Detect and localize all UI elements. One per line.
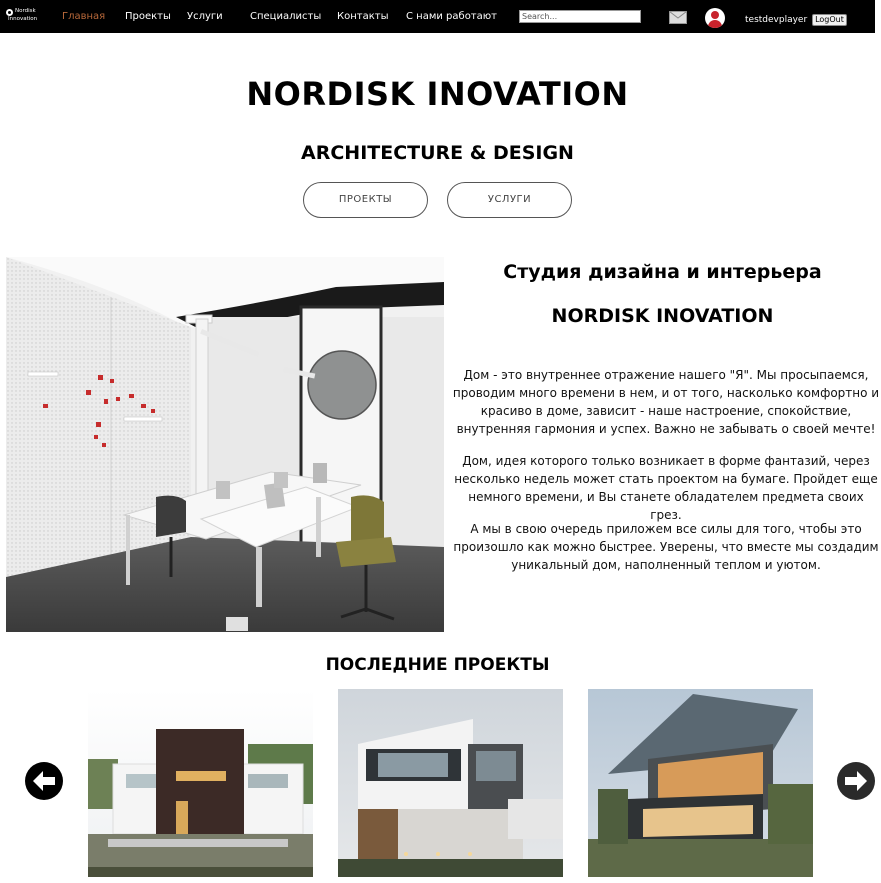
nav-link-partners[interactable]: С нами работают	[406, 10, 497, 23]
logo-mark-icon	[6, 9, 13, 16]
nav-link-projects[interactable]: Проекты	[125, 10, 171, 23]
hero-title: NORDISK INOVATION	[246, 75, 629, 113]
avatar-head	[711, 11, 719, 19]
arrow-left-icon[interactable]	[25, 762, 63, 800]
username-label[interactable]: testdevplayer	[745, 14, 807, 26]
nav-link-contacts[interactable]: Контакты	[337, 10, 388, 23]
services-button[interactable]: УСЛУГИ	[447, 182, 572, 218]
project-card-3-image[interactable]	[588, 689, 813, 877]
logout-button[interactable]: LogOut	[812, 14, 847, 26]
nordisk-logo[interactable]: Nordisk Innovation	[6, 8, 46, 26]
logo-text-line2: Innovation	[8, 16, 38, 22]
nav-link-specialists[interactable]: Специалисты	[250, 10, 321, 23]
nav-link-home[interactable]: Главная	[62, 10, 105, 23]
studio-title: Студия дизайна и интерьера	[503, 261, 822, 283]
studio-name: NORDISK INOVATION	[551, 305, 774, 327]
project-card-1-image[interactable]	[88, 689, 313, 877]
projects-button[interactable]: ПРОЕКТЫ	[303, 182, 428, 218]
latest-projects-title: ПОСЛЕДНИЕ ПРОЕКТЫ	[325, 655, 550, 675]
user-avatar-icon[interactable]	[705, 8, 725, 28]
studio-paragraph-3: А мы в свою очередь приложем все силы дл…	[453, 522, 879, 572]
avatar-body	[708, 20, 722, 28]
office-interior-image	[6, 257, 444, 632]
studio-paragraph-1: Дом - это внутреннее отражение нашего "Я…	[452, 368, 880, 436]
top-navbar: Nordisk Innovation Главная Проекты Услуг…	[0, 0, 875, 33]
nav-link-services[interactable]: Услуги	[187, 10, 223, 23]
search-input[interactable]	[519, 10, 641, 23]
project-card-2-image[interactable]	[338, 689, 563, 877]
studio-paragraph-2: Дом, идея которого только возникает в фо…	[454, 454, 878, 522]
logo-text-line1: Nordisk	[15, 8, 36, 14]
hero-subtitle: ARCHITECTURE & DESIGN	[301, 142, 574, 164]
mail-icon[interactable]	[669, 11, 687, 24]
arrow-right-icon[interactable]	[837, 762, 875, 800]
